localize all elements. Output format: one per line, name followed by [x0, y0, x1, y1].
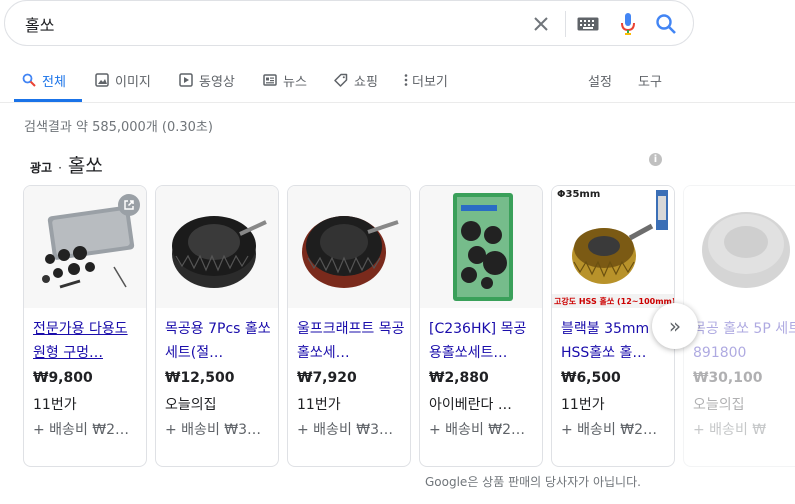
- tab-videos[interactable]: 동영상: [179, 70, 235, 90]
- product-price: ₩30,100: [693, 370, 763, 386]
- more-vert-icon: [404, 73, 408, 87]
- tab-label: 뉴스: [283, 74, 307, 90]
- product-image[interactable]: [156, 186, 278, 308]
- product-image[interactable]: [288, 186, 410, 308]
- tab-shopping[interactable]: 쇼핑: [334, 70, 378, 90]
- product-shipping: + 배송비 ₩: [693, 422, 767, 438]
- search-divider: [565, 11, 566, 37]
- news-icon: [263, 73, 277, 87]
- image-icon: [95, 73, 109, 87]
- product-shipping: + 배송비 ₩3…: [165, 422, 262, 438]
- ad-separator: ·: [58, 161, 62, 175]
- external-link-icon[interactable]: [118, 194, 140, 216]
- search-icon[interactable]: [653, 11, 679, 37]
- product-image[interactable]: [420, 186, 542, 308]
- product-seller: 11번가: [297, 397, 341, 413]
- product-shipping: + 배송비 ₩2…: [561, 422, 658, 438]
- product-seller: 오늘의집: [693, 397, 745, 413]
- product-seller: 아이베란다 …: [429, 397, 512, 413]
- product-card[interactable]: [C236HK] 목공용홀쏘세트… ₩2,880 아이베란다 … + 배송비 ₩…: [419, 185, 543, 467]
- info-icon[interactable]: i: [649, 153, 662, 166]
- tab-news[interactable]: 뉴스: [263, 70, 307, 90]
- search-tabs: 전체 이미지 동영상 뉴스 쇼핑 더보기 설정 도구: [0, 60, 795, 103]
- tab-more[interactable]: 더보기: [404, 70, 448, 90]
- product-price: ₩12,500: [165, 370, 235, 386]
- product-price: ₩9,800: [33, 370, 93, 386]
- product-shipping: + 배송비 ₩3…: [297, 422, 394, 438]
- chevron-double-right-icon: »: [668, 314, 682, 338]
- product-name[interactable]: 목공 홀쏘 5P 세트 891800: [693, 317, 795, 365]
- product-image[interactable]: [684, 186, 795, 308]
- tools-label: 도구: [638, 74, 662, 90]
- search-icon: [22, 73, 36, 87]
- product-card[interactable]: 전문가용 다용도 원형 구멍… ₩9,800 11번가 + 배송비 ₩2…: [23, 185, 147, 467]
- tab-all[interactable]: 전체: [22, 70, 66, 90]
- product-card[interactable]: 울프크래프트 목공홀쏘세… ₩7,920 11번가 + 배송비 ₩3…: [287, 185, 411, 467]
- video-icon: [179, 73, 193, 87]
- ad-label: 광고: [30, 161, 53, 175]
- tab-label: 쇼핑: [354, 74, 378, 90]
- settings-label: 설정: [588, 74, 612, 90]
- product-shipping: + 배송비 ₩2…: [429, 422, 526, 438]
- product-name[interactable]: [C236HK] 목공용홀쏘세트…: [429, 317, 539, 365]
- ad-header: 광고 · 홀쏘: [30, 151, 103, 178]
- product-seller: 11번가: [561, 397, 605, 413]
- product-seller: 오늘의집: [165, 397, 217, 413]
- product-image[interactable]: [24, 186, 146, 308]
- product-price: ₩7,920: [297, 370, 357, 386]
- tab-label: 이미지: [115, 74, 151, 90]
- product-image[interactable]: Φ35mm 고강도 HSS 홀쏘 (12~100mm): [552, 186, 674, 308]
- product-shipping: + 배송비 ₩2…: [33, 422, 130, 438]
- search-bar[interactable]: 홀쏘: [4, 0, 694, 46]
- tab-label: 동영상: [199, 74, 235, 90]
- product-image-caption-bottom: 고강도 HSS 홀쏘 (12~100mm): [554, 297, 675, 306]
- tools-link[interactable]: 도구: [638, 70, 662, 90]
- tab-label: 더보기: [412, 74, 448, 90]
- keyboard-icon[interactable]: [575, 11, 601, 37]
- product-name[interactable]: 목공용 7Pcs 홀쏘세트(절…: [165, 317, 275, 365]
- result-stats: 검색결과 약 585,000개 (0.30초): [24, 120, 213, 135]
- tab-label: 전체: [42, 74, 66, 90]
- product-name[interactable]: 전문가용 다용도 원형 구멍…: [33, 317, 143, 365]
- tag-icon: [334, 73, 348, 87]
- clear-icon[interactable]: [528, 11, 554, 37]
- active-tab-indicator: [14, 99, 82, 102]
- product-name[interactable]: 울프크래프트 목공홀쏘세…: [297, 317, 407, 365]
- product-price: ₩2,880: [429, 370, 489, 386]
- product-card[interactable]: 목공 홀쏘 5P 세트 891800 ₩30,100 오늘의집 + 배송비 ₩: [683, 185, 795, 467]
- microphone-icon[interactable]: [615, 11, 641, 37]
- tab-images[interactable]: 이미지: [95, 70, 151, 90]
- product-price: ₩6,500: [561, 370, 621, 386]
- product-card[interactable]: 목공용 7Pcs 홀쏘세트(절… ₩12,500 오늘의집 + 배송비 ₩3…: [155, 185, 279, 467]
- carousel-next-button[interactable]: »: [652, 303, 698, 349]
- product-seller: 11번가: [33, 397, 77, 413]
- settings-link[interactable]: 설정: [588, 70, 612, 90]
- shopping-disclaimer: Google은 상품 판매의 당사자가 아닙니다.: [425, 475, 641, 489]
- search-input[interactable]: 홀쏘: [25, 12, 54, 36]
- ad-title: 홀쏘: [67, 155, 103, 177]
